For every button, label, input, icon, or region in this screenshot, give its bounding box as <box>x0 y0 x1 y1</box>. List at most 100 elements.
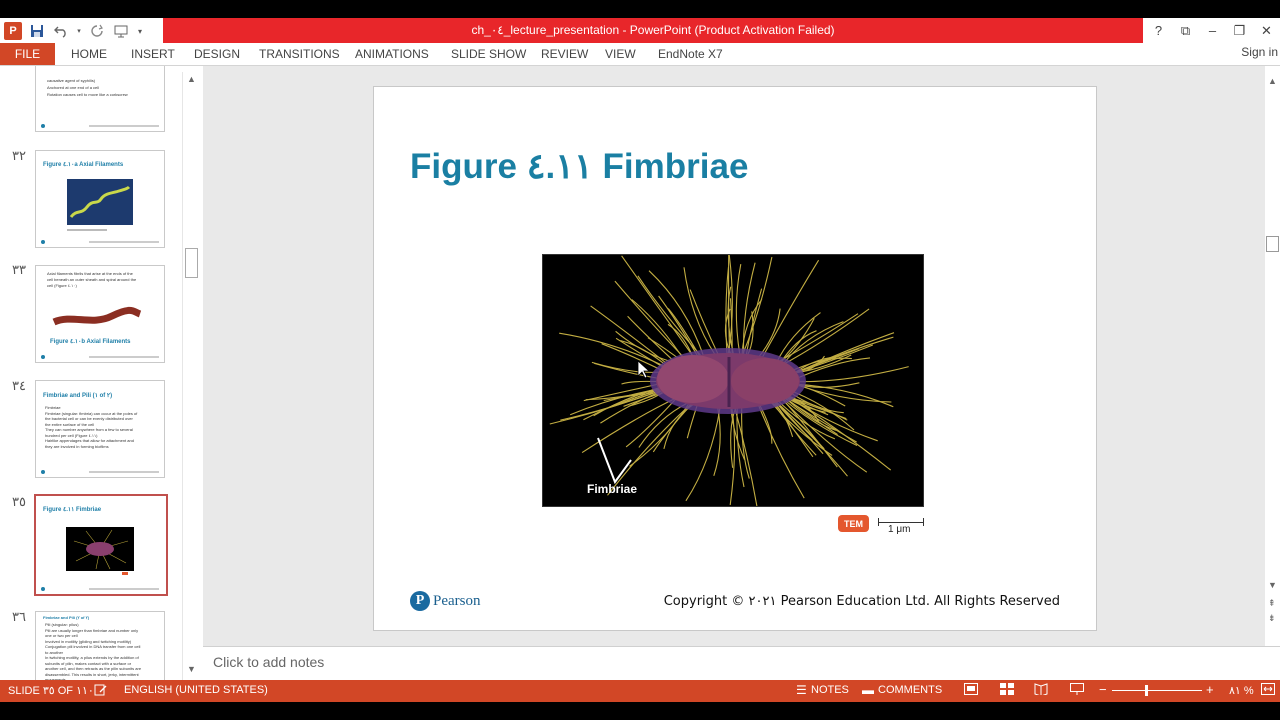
zoom-in-button[interactable]: + <box>1206 682 1214 697</box>
slide-thumbnail[interactable]: Figure ٤.١٠a Axial Filaments <box>35 150 165 248</box>
thumbnails-scrollbar[interactable]: ▲ ▼ <box>182 72 200 680</box>
thumbnail-footer <box>41 355 159 359</box>
fimbria-fiber <box>779 396 868 473</box>
notes-pane[interactable]: Click to add notes <box>203 646 1280 681</box>
powerpoint-window: P ▾ ▾ ch_٠٤_lecture_presentation - Power… <box>0 0 1280 720</box>
fimbria-fiber <box>590 305 673 369</box>
help-icon[interactable]: ? <box>1145 18 1172 43</box>
normal-view-icon[interactable] <box>964 683 978 698</box>
tab-slide-show[interactable]: SLIDE SHOW <box>451 47 526 61</box>
undo-icon[interactable] <box>52 22 70 40</box>
tab-endnote[interactable]: EndNote X7 <box>658 47 723 61</box>
powerpoint-logo-icon[interactable]: P <box>4 22 22 40</box>
minimize-button[interactable]: – <box>1199 18 1226 43</box>
fimbria-fiber <box>741 407 750 479</box>
tab-file[interactable]: FILE <box>0 43 55 65</box>
zoom-out-button[interactable]: − <box>1099 682 1107 697</box>
window-controls: ? ⧉ – ❐ ✕ <box>1145 18 1280 43</box>
undo-dropdown-icon[interactable]: ▾ <box>76 22 82 40</box>
fit-slide-icon[interactable] <box>1261 683 1275 698</box>
slide-thumbnail[interactable]: Fimbriae and Pili (١ of ٢) Fimbriae Fimb… <box>35 380 165 478</box>
notes-button[interactable]: NOTES <box>811 684 849 696</box>
comments-button[interactable]: COMMENTS <box>878 684 942 696</box>
slide-title[interactable]: Figure ٤.١١ Fimbriae <box>410 147 748 187</box>
tab-animations[interactable]: ANIMATIONS <box>355 47 429 61</box>
slide-sorter-icon[interactable] <box>1000 683 1014 698</box>
thumbnail-footer <box>41 587 159 591</box>
pearson-wordmark: Pearson <box>433 592 481 609</box>
close-button[interactable]: ✕ <box>1253 18 1280 43</box>
scroll-down-arrow-icon[interactable]: ▼ <box>187 664 196 674</box>
scroll-up-arrow-icon[interactable]: ▲ <box>1268 76 1277 86</box>
fimbria-fiber <box>757 308 781 358</box>
slide-show-icon[interactable] <box>1070 683 1084 698</box>
spell-check-icon[interactable] <box>94 683 108 700</box>
tem-badge: TEM <box>838 515 869 532</box>
fimbria-fiber <box>638 401 690 448</box>
fimbriae-label: Fimbriae <box>587 482 638 496</box>
title-bar: P ▾ ▾ ch_٠٤_lecture_presentation - Power… <box>0 18 1280 43</box>
zoom-slider[interactable] <box>1112 690 1202 691</box>
fimbria-fiber <box>559 332 672 370</box>
notes-placeholder[interactable]: Click to add notes <box>213 654 324 670</box>
fimbria-fiber <box>783 393 892 471</box>
thumbnail-text: cell (Figure ٤.١٠) <box>47 283 77 288</box>
scroll-up-arrow-icon[interactable]: ▲ <box>187 74 196 84</box>
customize-qat-icon[interactable]: ▾ <box>136 22 144 40</box>
thumbnail-image <box>67 179 133 225</box>
slide-thumbnail-selected[interactable]: Figure ٤.١١ Fimbriae <box>34 494 168 596</box>
scrollbar-thumb[interactable] <box>1266 236 1279 252</box>
thumbnail-title: Figure ٤.١١ Fimbriae <box>43 507 102 513</box>
redo-icon[interactable] <box>88 22 106 40</box>
fimbriae-micrograph[interactable]: Fimbriae <box>542 254 924 507</box>
slide-thumbnails-pane: causative agent of syphilis) Anchored at… <box>0 66 182 680</box>
thumbnail-footer <box>41 240 159 244</box>
fimbria-fiber <box>652 402 694 453</box>
comments-icon[interactable]: ▬ <box>862 683 874 697</box>
thumbnail-title: Fimbriae and Pili (٢ of ٢) <box>43 615 90 620</box>
current-slide[interactable]: Figure ٤.١١ Fimbriae Fimbriae TEM 1 μm P… <box>373 86 1097 631</box>
slide-number: ٣٣ <box>12 262 26 277</box>
save-icon[interactable] <box>28 22 46 40</box>
slide-number: ٣٤ <box>12 378 26 393</box>
quick-access-toolbar: P ▾ ▾ <box>4 20 144 42</box>
tab-insert[interactable]: INSERT <box>131 47 175 61</box>
sign-in-link[interactable]: Sign in <box>1241 45 1278 59</box>
slide-number: ٣٦ <box>12 609 26 624</box>
zoom-level[interactable]: ٨١ % <box>1229 684 1254 697</box>
thumbnail-text: Rotation causes cell to move like a cork… <box>47 92 128 97</box>
scrollbar-thumb[interactable] <box>185 248 198 278</box>
ribbon-display-options-icon[interactable]: ⧉ <box>1172 18 1199 43</box>
scroll-down-arrow-icon[interactable]: ▼ <box>1268 580 1277 590</box>
fimbria-fiber <box>621 255 695 359</box>
tab-transitions[interactable]: TRANSITIONS <box>259 47 340 61</box>
fimbria-fiber <box>713 407 721 476</box>
zoom-slider-thumb[interactable] <box>1145 685 1148 696</box>
previous-slide-icon[interactable]: ⇞ <box>1268 598 1276 609</box>
start-from-beginning-icon[interactable] <box>112 22 130 40</box>
slide-thumbnail[interactable]: Axial filaments fibrils that arise at th… <box>35 265 165 363</box>
thumbnail-title: Figure ٤.١٠b Axial Filaments <box>50 339 131 345</box>
thumbnail-image <box>66 527 134 571</box>
bottom-black-bar <box>0 702 1280 720</box>
fimbria-fiber <box>757 404 805 499</box>
slide-thumbnail[interactable]: Fimbriae and Pili (٢ of ٢) Pili (singula… <box>35 611 165 680</box>
thumbnail-text: Anchored at one end of a cell <box>47 85 100 90</box>
tab-home[interactable]: HOME <box>71 47 107 61</box>
scale-label: 1 μm <box>888 524 911 535</box>
restore-button[interactable]: ❐ <box>1226 18 1253 43</box>
top-black-bar <box>0 0 1280 18</box>
reading-view-icon[interactable] <box>1034 683 1048 698</box>
fimbria-fiber <box>775 313 859 364</box>
slide-thumbnail[interactable]: causative agent of syphilis) Anchored at… <box>35 66 165 132</box>
tab-view[interactable]: VIEW <box>605 47 636 61</box>
language-indicator[interactable]: ENGLISH (UNITED STATES) <box>124 684 268 696</box>
tab-review[interactable]: REVIEW <box>541 47 588 61</box>
tab-design[interactable]: DESIGN <box>194 47 240 61</box>
thumbnail-footer <box>41 124 159 128</box>
fimbria-fiber <box>735 263 742 355</box>
slide-scrollbar[interactable]: ▲ ▼ ⇞ ⇟ <box>1265 72 1280 646</box>
slide-number: ٣٢ <box>12 148 26 163</box>
next-slide-icon[interactable]: ⇟ <box>1268 613 1276 624</box>
notes-icon[interactable]: ☰ <box>796 683 807 697</box>
